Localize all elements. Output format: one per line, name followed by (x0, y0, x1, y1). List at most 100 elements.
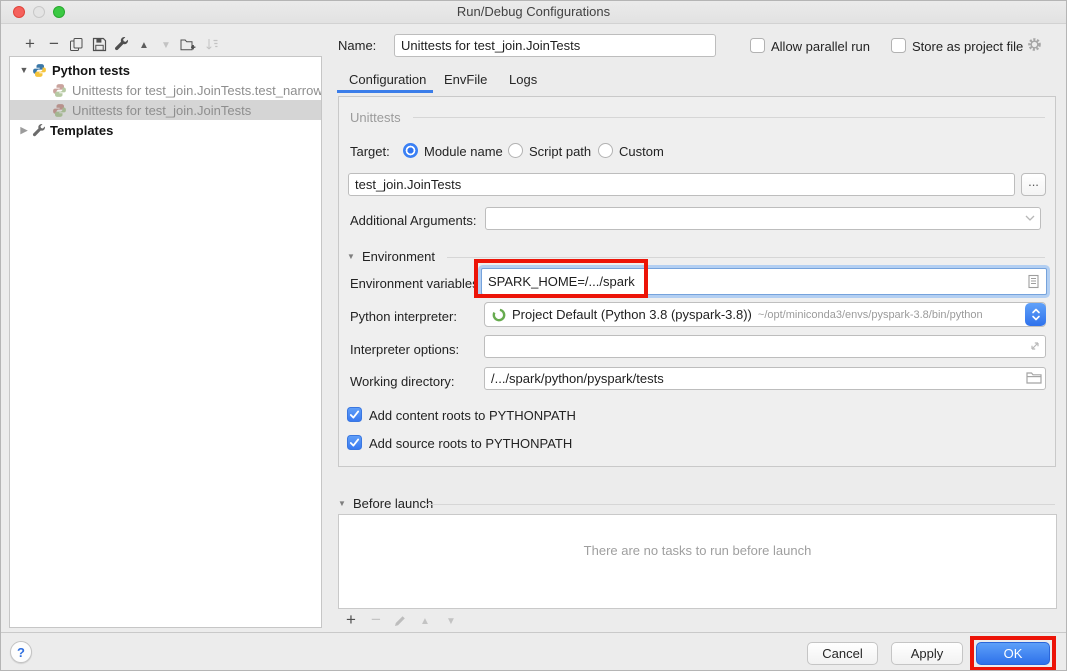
remove-configuration-button[interactable]: − (45, 34, 63, 52)
add-content-roots-label[interactable]: Add content roots to PYTHONPATH (369, 408, 576, 423)
edit-templates-button[interactable] (112, 35, 130, 53)
collapse-before-launch-icon[interactable]: ▼ (338, 499, 346, 508)
target-module-input[interactable] (348, 173, 1015, 196)
target-label: Target: (350, 144, 390, 159)
title-bar: Run/Debug Configurations (1, 1, 1066, 24)
radio-module-name-label[interactable]: Module name (424, 144, 503, 159)
before-launch-tasks-panel (338, 514, 1057, 609)
store-as-project-file-checkbox[interactable] (891, 38, 906, 53)
create-folder-button[interactable] (179, 35, 197, 53)
minus-icon: − (49, 35, 59, 52)
conda-environment-icon (492, 308, 506, 322)
working-directory-input[interactable] (484, 367, 1046, 390)
tab-logs[interactable]: Logs (509, 72, 537, 87)
add-task-button[interactable]: + (342, 610, 360, 628)
group-divider (447, 257, 1045, 258)
python-interpreter-value: Project Default (Python 3.8 (pyspark-3.8… (512, 307, 752, 322)
tree-node-test-narrow[interactable]: Unittests for test_join.JoinTests.test_n… (10, 80, 321, 100)
remove-task-button[interactable]: − (367, 610, 385, 628)
arrow-down-icon: ▼ (446, 617, 456, 627)
allow-parallel-run-checkbox[interactable] (750, 38, 765, 53)
collapse-environment-icon[interactable]: ▼ (347, 252, 355, 261)
chevron-down-icon (1025, 215, 1035, 221)
expand-arguments-button[interactable] (1025, 215, 1035, 221)
tree-node-label: Unittests for test_join.JoinTests (72, 103, 251, 118)
radio-custom-label[interactable]: Custom (619, 144, 664, 159)
interpreter-options-input[interactable] (484, 335, 1046, 358)
expand-collapse-icon[interactable]: ▼ (18, 65, 30, 75)
environment-group-title[interactable]: Environment (362, 249, 435, 264)
browse-directory-button[interactable] (1026, 371, 1042, 384)
arrow-up-icon: ▲ (139, 41, 149, 51)
check-icon (348, 408, 361, 421)
tab-envfile[interactable]: EnvFile (444, 72, 487, 87)
add-configuration-button[interactable]: + (21, 34, 39, 52)
edit-task-button[interactable] (391, 612, 409, 630)
move-down-button[interactable]: ▼ (157, 37, 175, 55)
move-task-down-button[interactable]: ▼ (442, 613, 460, 631)
copy-configuration-button[interactable] (67, 35, 85, 53)
ellipsis-icon: ... (1028, 177, 1039, 187)
python-icon (32, 63, 47, 78)
footer-divider (1, 632, 1066, 633)
pencil-icon (393, 614, 407, 628)
name-label: Name: (338, 38, 376, 53)
sort-configurations-button[interactable] (203, 35, 221, 53)
run-debug-configurations-dialog: Run/Debug Configurations + − ▲ ▼ ▼ Pytho… (0, 0, 1067, 671)
variables-list-icon (1028, 274, 1039, 289)
plus-icon: + (25, 35, 35, 52)
configurations-tree: ▼ Python tests Unittests for test_join.J… (9, 56, 322, 628)
tree-node-templates[interactable]: ▶ Templates (10, 120, 321, 140)
python-test-icon (52, 103, 67, 118)
help-button[interactable]: ? (10, 641, 32, 663)
edit-variables-button[interactable] (1028, 274, 1039, 289)
radio-script-path-label[interactable]: Script path (529, 144, 591, 159)
up-down-chevrons-icon (1030, 306, 1042, 323)
name-input[interactable] (394, 34, 716, 57)
group-divider (427, 504, 1055, 505)
radio-custom[interactable] (598, 143, 613, 158)
before-launch-title[interactable]: Before launch (353, 496, 433, 511)
sort-alphabetically-icon (205, 37, 220, 52)
cancel-button[interactable]: Cancel (807, 642, 878, 665)
active-tab-underline (337, 90, 433, 93)
check-icon (348, 436, 361, 449)
add-source-roots-label[interactable]: Add source roots to PYTHONPATH (369, 436, 572, 451)
tree-node-python-tests[interactable]: ▼ Python tests (10, 60, 321, 80)
tree-node-label: Unittests for test_join.JoinTests.test_n… (72, 83, 322, 98)
move-up-button[interactable]: ▲ (135, 37, 153, 55)
wrench-icon (32, 124, 45, 137)
expand-collapse-icon[interactable]: ▶ (18, 125, 30, 136)
tab-configuration[interactable]: Configuration (349, 72, 426, 87)
new-folder-icon (180, 37, 196, 52)
store-options-gear-button[interactable] (1027, 37, 1042, 52)
save-configuration-button[interactable] (90, 35, 108, 53)
arrow-up-icon: ▲ (420, 617, 430, 627)
radio-module-name[interactable] (403, 143, 418, 158)
expand-options-button[interactable] (1029, 340, 1041, 352)
expand-diagonal-icon (1029, 340, 1041, 352)
python-interpreter-path: ~/opt/miniconda3/envs/pyspark-3.8/bin/py… (758, 309, 983, 321)
python-interpreter-combo[interactable]: Project Default (Python 3.8 (pyspark-3.8… (484, 302, 1046, 327)
minus-icon: − (371, 611, 381, 628)
wrench-icon (114, 37, 128, 51)
move-task-up-button[interactable]: ▲ (416, 613, 434, 631)
environment-variables-label: Environment variables: (350, 276, 482, 291)
additional-arguments-input[interactable] (485, 207, 1041, 230)
annotation-box-environment-variables (474, 259, 648, 298)
python-test-icon (52, 83, 67, 98)
question-mark-icon: ? (17, 645, 25, 660)
interpreter-dropdown-button[interactable] (1025, 303, 1046, 326)
apply-button[interactable]: Apply (891, 642, 963, 665)
add-source-roots-checkbox[interactable] (347, 435, 362, 450)
store-as-project-file-label: Store as project file (912, 39, 1023, 54)
gear-icon (1027, 37, 1042, 52)
browse-button[interactable]: ... (1021, 173, 1046, 196)
folder-icon (1026, 371, 1042, 384)
allow-parallel-run-label: Allow parallel run (771, 39, 870, 54)
additional-arguments-label: Additional Arguments: (350, 213, 476, 228)
working-directory-label: Working directory: (350, 374, 455, 389)
add-content-roots-checkbox[interactable] (347, 407, 362, 422)
tree-node-jointests-selected[interactable]: Unittests for test_join.JoinTests (10, 100, 321, 120)
radio-script-path[interactable] (508, 143, 523, 158)
